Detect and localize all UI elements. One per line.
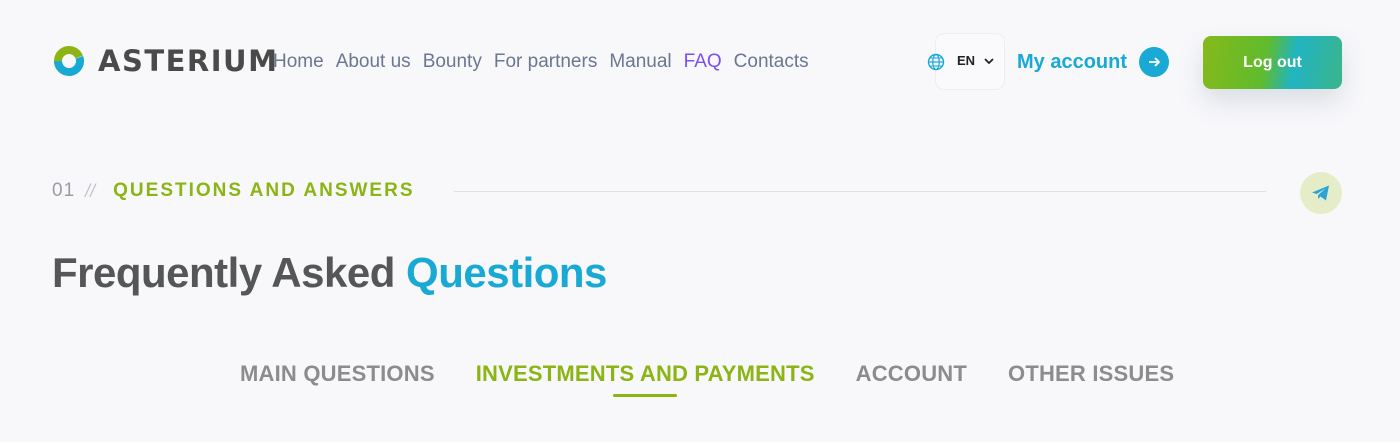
nav-item-for-partners[interactable]: For partners (494, 50, 597, 74)
telegram-button[interactable] (1300, 172, 1342, 214)
asterium-logo-icon (54, 46, 84, 76)
tab-investments-and-payments[interactable]: INVESTMENTS AND PAYMENTS (476, 360, 815, 388)
chevron-down-icon (984, 58, 994, 65)
section-number: 01 (52, 180, 76, 201)
tab-account[interactable]: ACCOUNT (856, 360, 967, 388)
globe-icon (926, 52, 946, 77)
telegram-icon (1312, 185, 1329, 201)
page-title-part-2: Questions (406, 249, 607, 296)
brand-name: ASTERIUM (98, 43, 279, 78)
nav-item-faq[interactable]: FAQ (684, 50, 722, 74)
header: ASTERIUM Home About us Bounty For partne… (0, 0, 1400, 120)
section-label: 01 // QUESTIONS AND ANSWERS (52, 180, 415, 202)
section-divider (454, 191, 1266, 192)
language-selector[interactable]: EN (926, 34, 1004, 89)
page-title: Frequently Asked Questions (52, 248, 607, 298)
section-separator: // (85, 180, 96, 201)
arrow-right-icon (1139, 47, 1170, 77)
language-code: EN (957, 53, 976, 68)
section-title: QUESTIONS AND ANSWERS (113, 180, 415, 201)
main-nav: Home About us Bounty For partners Manual… (273, 50, 809, 74)
nav-item-home[interactable]: Home (273, 50, 324, 74)
faq-tabs: MAIN QUESTIONS INVESTMENTS AND PAYMENTS … (240, 360, 1174, 388)
nav-item-manual[interactable]: Manual (609, 50, 671, 74)
tab-other-issues[interactable]: OTHER ISSUES (1008, 360, 1174, 388)
my-account-link[interactable]: My account (1017, 47, 1170, 77)
logo[interactable]: ASTERIUM (52, 44, 278, 78)
my-account-label: My account (1017, 50, 1128, 73)
nav-item-contacts[interactable]: Contacts (734, 50, 809, 74)
nav-item-bounty[interactable]: Bounty (423, 50, 482, 74)
tab-main-questions[interactable]: MAIN QUESTIONS (240, 360, 435, 388)
page-title-part-1: Frequently Asked (52, 249, 395, 296)
logout-button[interactable]: Log out (1203, 36, 1342, 89)
nav-item-about-us[interactable]: About us (336, 50, 411, 74)
